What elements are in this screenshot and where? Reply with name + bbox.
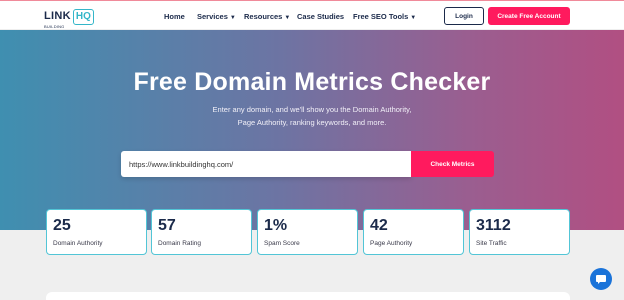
chevron-down-icon: ▼ bbox=[284, 15, 291, 21]
metric-card-site-traffic: 3112 Site Traffic bbox=[469, 209, 570, 255]
create-account-button[interactable]: Create Free Account bbox=[488, 7, 570, 25]
logo-text: LINK bbox=[44, 9, 71, 22]
metric-value: 1% bbox=[264, 217, 288, 234]
site-header: LINK BUILDING HQ Home Services ▼ Resource… bbox=[0, 0, 624, 30]
metric-label: Spam Score bbox=[264, 240, 300, 247]
metric-value: 3112 bbox=[476, 217, 511, 234]
nav-home[interactable]: Home bbox=[164, 12, 185, 21]
hero-subtitle: Enter any domain, and we'll show you the… bbox=[212, 103, 412, 129]
metric-label: Domain Rating bbox=[158, 240, 201, 247]
nav-resources-label: Resources bbox=[244, 12, 283, 21]
page-title: Free Domain Metrics Checker bbox=[133, 68, 491, 96]
metric-value: 42 bbox=[370, 217, 388, 234]
logo-subtext: BUILDING bbox=[44, 23, 65, 29]
metric-value: 25 bbox=[53, 217, 71, 234]
login-button[interactable]: Login bbox=[444, 7, 484, 25]
metric-card-domain-rating: 57 Domain Rating bbox=[151, 209, 252, 255]
logo-hq-badge: HQ bbox=[72, 9, 94, 25]
nav-free-seo-tools[interactable]: Free SEO Tools ▼ bbox=[353, 12, 416, 21]
nav-free-seo-tools-label: Free SEO Tools bbox=[353, 12, 409, 21]
nav-services[interactable]: Services ▼ bbox=[197, 12, 236, 21]
metric-label: Domain Authority bbox=[53, 240, 103, 247]
nav-case-studies-label: Case Studies bbox=[297, 12, 345, 21]
nav-services-label: Services bbox=[197, 12, 228, 21]
domain-search-box bbox=[121, 151, 411, 177]
nav-resources[interactable]: Resources ▼ bbox=[244, 12, 290, 21]
metric-label: Page Authority bbox=[370, 240, 413, 247]
metric-value: 57 bbox=[158, 217, 176, 234]
hero-subtitle-line2: Page Authority, ranking keywords, and mo… bbox=[237, 118, 387, 127]
hero-section bbox=[0, 30, 624, 230]
content-card bbox=[46, 292, 570, 300]
metric-card-spam-score: 1% Spam Score bbox=[257, 209, 358, 255]
metric-label: Site Traffic bbox=[476, 240, 507, 247]
logo[interactable]: LINK BUILDING HQ bbox=[44, 8, 94, 29]
metric-card-domain-authority: 25 Domain Authority bbox=[46, 209, 147, 255]
hero-subtitle-line1: Enter any domain, and we'll show you the… bbox=[212, 105, 412, 114]
nav-case-studies[interactable]: Case Studies bbox=[297, 12, 344, 21]
chevron-down-icon: ▼ bbox=[229, 15, 236, 21]
metric-card-page-authority: 42 Page Authority bbox=[363, 209, 464, 255]
chat-icon bbox=[596, 275, 606, 284]
check-metrics-button[interactable]: Check Metrics bbox=[411, 151, 494, 177]
chat-button[interactable] bbox=[590, 268, 612, 290]
domain-input[interactable] bbox=[129, 157, 399, 171]
chevron-down-icon: ▼ bbox=[410, 15, 417, 21]
nav-home-label: Home bbox=[164, 12, 185, 21]
